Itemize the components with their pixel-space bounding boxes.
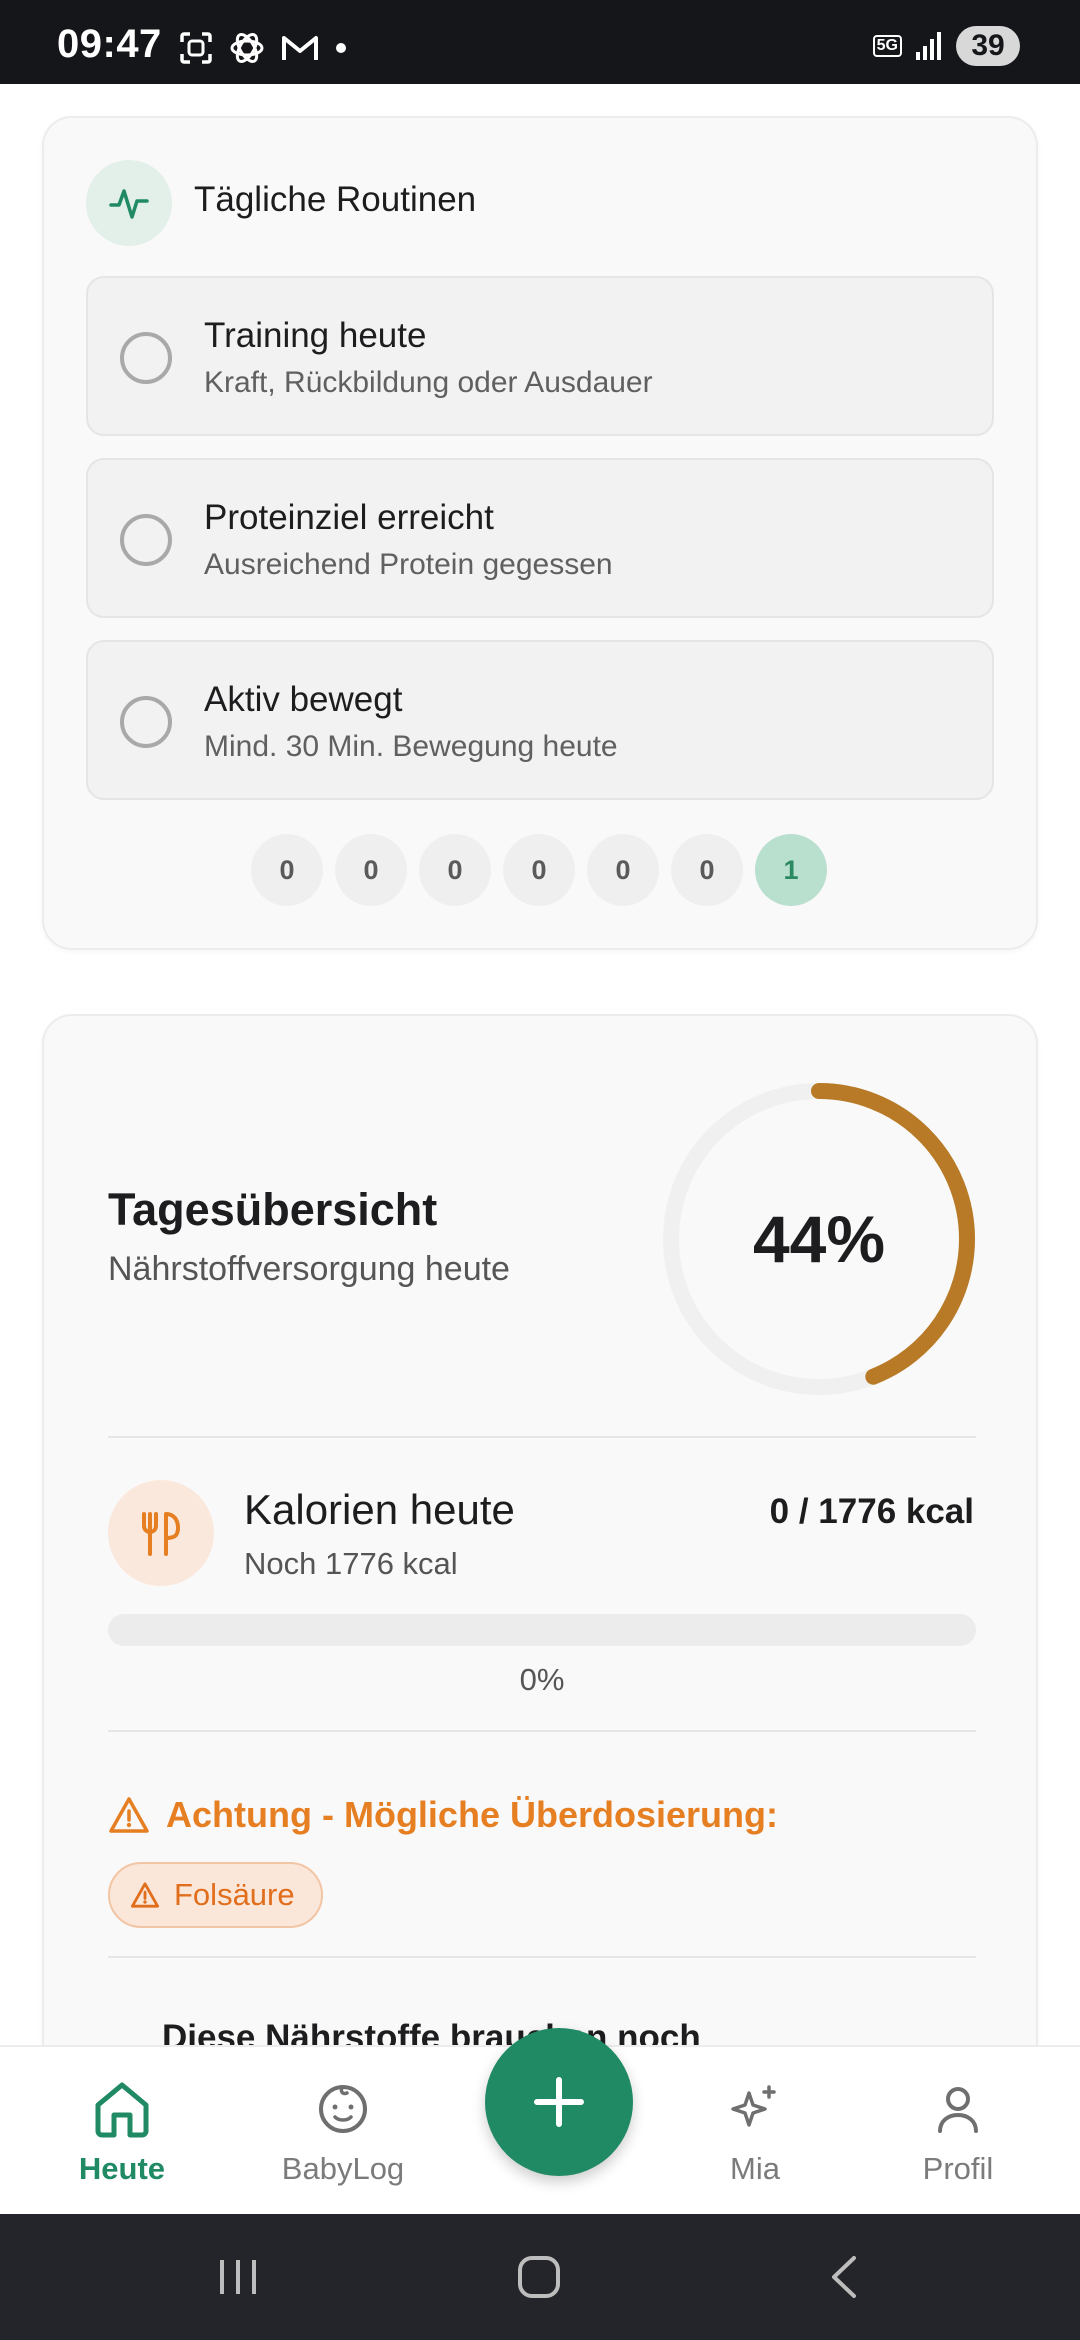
nav-label: Mia [730, 2151, 780, 2186]
routine-item-activity[interactable]: Aktiv bewegt Mind. 30 Min. Bewegung heut… [86, 640, 994, 800]
gmail-icon [282, 36, 318, 60]
home-button-icon[interactable] [516, 2254, 562, 2300]
user-icon [938, 2087, 978, 2133]
nav-label: BabyLog [281, 2151, 405, 2186]
signal-icon [916, 32, 941, 60]
routine-checkbox[interactable] [120, 696, 172, 748]
warning-icon [109, 1797, 149, 1833]
back-icon[interactable] [826, 2254, 860, 2300]
day-dot: 0 [503, 834, 575, 906]
calories-remaining: Noch 1776 kcal [244, 1546, 458, 1581]
status-bar: 09:47 5G 39 [0, 0, 1080, 84]
calories-title: Kalorien heute [244, 1486, 515, 1533]
day-dot: 0 [251, 834, 323, 906]
chip-label: Folsäure [174, 1877, 295, 1912]
day-dot-today: 1 [755, 834, 827, 906]
overview-percent: 44% [752, 1202, 886, 1276]
routine-item-training[interactable]: Training heute Kraft, Rückbildung oder A… [86, 276, 994, 436]
nav-label: Heute [78, 2151, 166, 2186]
routine-sub: Ausreichend Protein gegessen [204, 548, 613, 581]
overview-title: Tagesübersicht [108, 1184, 438, 1235]
divider [108, 1730, 976, 1732]
main-scroll[interactable]: Tägliche Routinen Training heute Kraft, … [0, 84, 1080, 2045]
overview-card: Tagesübersicht Nährstoffversorgung heute… [42, 1014, 1038, 2045]
scan-icon [180, 32, 212, 64]
activity-icon [86, 160, 172, 246]
routine-label: Aktiv bewegt [204, 680, 403, 719]
dot-icon [336, 43, 346, 53]
routine-item-protein[interactable]: Proteinziel erreicht Ausreichend Protein… [86, 458, 994, 618]
baby-icon [319, 2085, 367, 2133]
nutrients-needed-heading: Diese Nährstoffe brauchen noch [162, 2018, 701, 2045]
notification-icons [178, 30, 348, 66]
day-dot: 0 [335, 834, 407, 906]
battery-indicator: 39 [956, 26, 1020, 66]
warning-text: Achtung - Mögliche Überdosierung: [166, 1794, 778, 1835]
calories-progress-bar [108, 1614, 976, 1646]
nav-mia[interactable]: Mia [665, 2077, 845, 2187]
routines-title: Tägliche Routinen [194, 180, 477, 219]
overview-subtitle: Nährstoffversorgung heute [108, 1250, 510, 1288]
cutlery-icon [108, 1480, 214, 1586]
warning-icon [131, 1882, 160, 1908]
day-dot: 0 [671, 834, 743, 906]
routine-sub: Kraft, Rückbildung oder Ausdauer [204, 366, 653, 399]
nav-heute[interactable]: Heute [32, 2077, 212, 2187]
system-navigation-bar [0, 2214, 1080, 2340]
overdose-warning: Achtung - Mögliche Überdosierung: [108, 1794, 778, 1836]
status-right: 5G 39 [872, 26, 1020, 66]
routine-checkbox[interactable] [120, 514, 172, 566]
day-dot: 0 [587, 834, 659, 906]
recent-apps-icon[interactable] [216, 2256, 260, 2298]
home-icon [95, 2082, 149, 2138]
routine-sub: Mind. 30 Min. Bewegung heute [204, 730, 618, 763]
routine-label: Proteinziel erreicht [204, 498, 494, 537]
sparkle-icon [731, 2085, 776, 2127]
network-label: 5G [872, 35, 902, 57]
add-entry-button[interactable] [485, 2028, 633, 2176]
nutrient-chip-folsaeure[interactable]: Folsäure [108, 1862, 323, 1928]
routine-checkbox[interactable] [120, 332, 172, 384]
day-dot: 0 [419, 834, 491, 906]
openai-icon [230, 33, 264, 63]
divider [108, 1436, 976, 1438]
nav-profil[interactable]: Profil [868, 2077, 1048, 2187]
routines-card: Tägliche Routinen Training heute Kraft, … [42, 116, 1038, 950]
day-history: 0 0 0 0 0 0 1 [251, 834, 827, 906]
routine-label: Training heute [204, 316, 427, 355]
divider [108, 1956, 976, 1958]
calories-percent: 0% [519, 1662, 565, 1697]
status-time: 09:47 [57, 22, 162, 66]
nav-babylog[interactable]: BabyLog [253, 2077, 433, 2187]
plus-icon [534, 2077, 584, 2127]
nav-label: Profil [922, 2151, 994, 2186]
calories-value: 0 / 1776 kcal [769, 1492, 974, 1531]
